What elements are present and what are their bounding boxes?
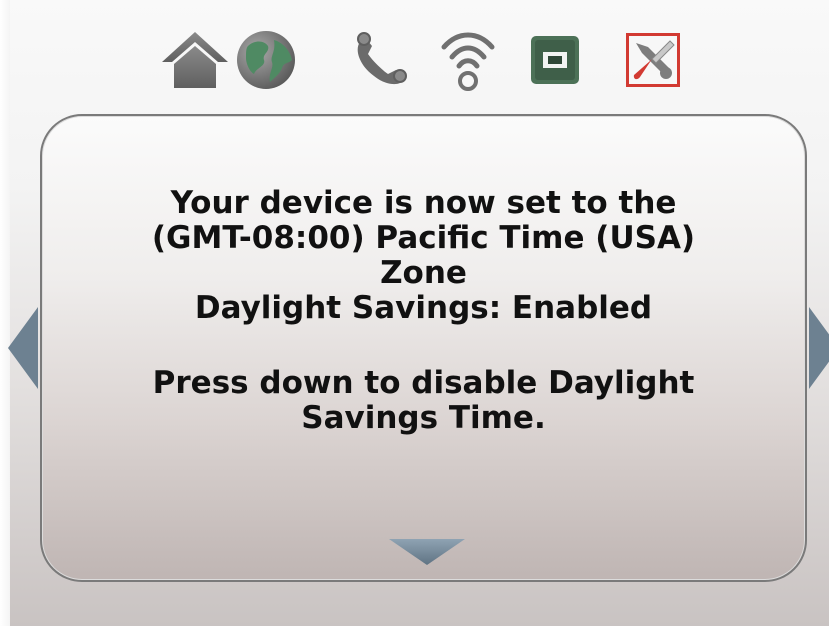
home-icon xyxy=(160,30,230,90)
globe-icon xyxy=(234,28,298,92)
wifi-icon xyxy=(440,27,496,93)
next-page-arrow[interactable] xyxy=(809,307,829,389)
scroll-down-button[interactable] xyxy=(389,539,465,565)
internet-button[interactable] xyxy=(226,20,306,100)
settings-tools-button[interactable] xyxy=(613,20,693,100)
previous-page-arrow[interactable] xyxy=(8,307,38,389)
wireless-button[interactable] xyxy=(428,20,508,100)
chevron-right-icon xyxy=(809,307,829,389)
instruction-line-1: Press down to disable Daylight xyxy=(152,365,695,401)
instruction-line-2: Savings Time. xyxy=(301,400,546,436)
dialog-message: Your device is now set to the (GMT-08:00… xyxy=(42,186,805,436)
daylight-savings-status: Daylight Savings: Enabled xyxy=(194,290,653,326)
ethernet-button[interactable] xyxy=(515,20,595,100)
message-line-1: Your device is now set to the xyxy=(170,185,677,221)
home-button[interactable] xyxy=(155,20,235,100)
phone-button[interactable] xyxy=(340,20,420,100)
message-line-3: Zone xyxy=(380,255,467,291)
chevron-down-icon xyxy=(389,539,465,565)
phone-icon xyxy=(350,30,410,90)
chevron-left-icon xyxy=(8,307,38,389)
tools-icon xyxy=(626,33,680,87)
timezone-confirmation-dialog: Your device is now set to the (GMT-08:00… xyxy=(40,114,807,582)
ethernet-port-icon xyxy=(529,34,581,86)
message-line-2: (GMT-08:00) Pacific Time (USA) xyxy=(151,220,696,256)
top-toolbar xyxy=(0,10,829,105)
message-spacer xyxy=(42,326,805,366)
